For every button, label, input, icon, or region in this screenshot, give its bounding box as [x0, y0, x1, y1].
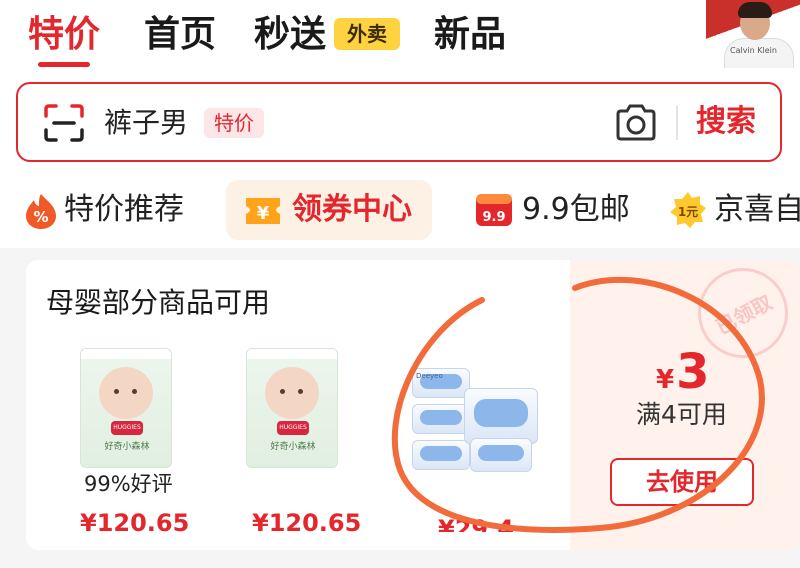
coupon-amount: ¥3 [656, 344, 710, 400]
use-coupon-button[interactable]: 去使用 [610, 458, 754, 506]
wipe-pack [470, 438, 532, 472]
product-image-diaper-1[interactable]: HUGGIES 好奇小森林 [80, 348, 172, 468]
search-button[interactable]: 搜索 [696, 100, 756, 144]
flame-percent-icon: % [26, 194, 56, 229]
product-rating: 99%好评 [84, 472, 173, 496]
tab-miaosong[interactable]: 秒送 [254, 12, 326, 58]
channel-tejia-tuijian[interactable]: % 特价推荐 [22, 178, 202, 242]
brand-logo: HUGGIES [111, 421, 143, 435]
wipe-pack-front [464, 388, 538, 444]
promo-avatar[interactable]: Calvin Klein [706, 0, 800, 68]
search-bar[interactable]: 裤子男 特价 搜索 [16, 82, 782, 162]
search-tag: 特价 [204, 108, 264, 138]
scan-icon[interactable] [44, 104, 84, 142]
chip-text: % [33, 208, 48, 226]
channel-coupon-center[interactable]: ¥ 领券中心 [242, 178, 422, 242]
channel-label: 领券中心 [292, 192, 412, 227]
camera-icon[interactable] [614, 104, 658, 142]
product-price: ¥120.65 [80, 509, 190, 537]
tab-tejia[interactable]: 特价 [28, 12, 100, 58]
pack-top [247, 349, 337, 359]
baby-face [99, 367, 153, 419]
tab-home[interactable]: 首页 [144, 12, 216, 58]
active-tab-indicator [38, 62, 90, 67]
channel-label: 特价推荐 [64, 192, 184, 227]
wipes-brand: Deeyeo [416, 372, 443, 380]
product-price: ¥120.65 [252, 509, 362, 537]
coupon-currency: ¥ [656, 365, 675, 395]
search-input[interactable]: 裤子男 [104, 104, 188, 142]
coupon-condition: 满4可用 [636, 400, 727, 429]
baby-face [265, 367, 319, 419]
tab-new[interactable]: 新品 [434, 12, 506, 58]
top-nav: 特价 首页 秒送 外卖 新品 Calvin Klein [0, 0, 800, 80]
wipe-lid [478, 444, 524, 462]
one-yuan-icon: 1元 [670, 192, 706, 228]
channel-row: % 特价推荐 ¥ 领券中心 9.9 9.9包邮 1元 京喜自 [0, 178, 800, 242]
coupon-ticket-icon: ¥ [246, 198, 280, 224]
chip-text: 9.9 [482, 210, 505, 225]
stamp-text: 已领取 [711, 290, 777, 340]
coupon-value: 3 [676, 344, 710, 400]
wipe-lid [419, 410, 463, 425]
pack-top [81, 349, 171, 359]
pack-label: 好奇小森林 [104, 442, 150, 452]
chip-text: 1元 [678, 205, 698, 219]
channel-jingxi[interactable]: 1元 京喜自 [668, 178, 800, 242]
wipe-pack [412, 404, 470, 434]
channel-label: 京喜自 [714, 192, 800, 227]
product-price: ¥29.4 [438, 515, 514, 532]
channel-9-9-baoyou[interactable]: 9.9 9.9包邮 [474, 178, 634, 242]
price-9-9-icon: 9.9 [476, 194, 512, 226]
product-image-diaper-2[interactable]: HUGGIES 好奇小森林 [246, 348, 338, 468]
chip-text: ¥ [257, 203, 270, 224]
avatar-hair [738, 2, 772, 18]
channel-label: 9.9包邮 [522, 192, 630, 227]
avatar-brand-text: Calvin Klein [730, 46, 777, 55]
waimai-badge: 外卖 [334, 18, 400, 50]
wipe-lid [473, 398, 529, 427]
coupon-scope-title: 母婴部分商品可用 [46, 286, 271, 319]
wipe-lid [419, 446, 463, 461]
brand-logo: HUGGIES [277, 421, 309, 435]
pack-label: 好奇小森林 [270, 442, 316, 452]
wipe-pack [412, 440, 470, 470]
search-divider [676, 106, 678, 140]
product-image-wipes[interactable]: Deeyeo [412, 368, 538, 476]
